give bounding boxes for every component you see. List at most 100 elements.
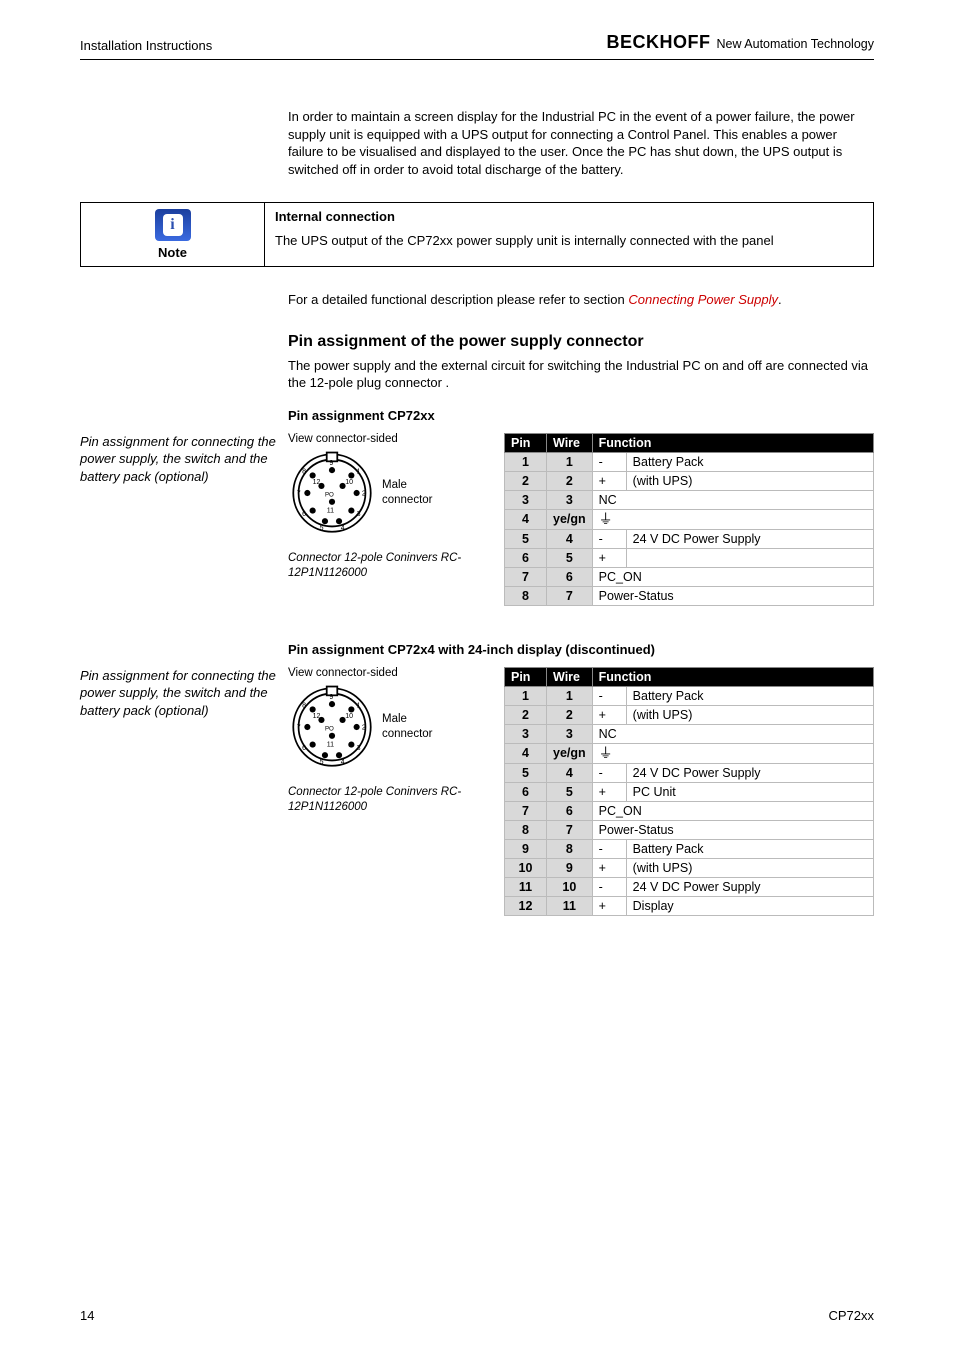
cell-pin: 7 bbox=[505, 801, 547, 820]
cell-pin: 4 bbox=[505, 743, 547, 763]
cell-function: Battery Pack bbox=[626, 452, 873, 471]
cell-pin: 10 bbox=[505, 858, 547, 877]
svg-text:11: 11 bbox=[327, 507, 334, 514]
doc-code: CP72xx bbox=[828, 1308, 874, 1323]
table-row: 1110-24 V DC Power Supply bbox=[505, 877, 874, 896]
intro-paragraph: In order to maintain a screen display fo… bbox=[288, 108, 874, 178]
section2-view-label: View connector-sided bbox=[288, 667, 504, 679]
svg-text:1: 1 bbox=[357, 702, 361, 709]
cell-function: (with UPS) bbox=[626, 471, 873, 490]
cell-wire: 5 bbox=[547, 548, 593, 567]
cell-function: (with UPS) bbox=[626, 858, 873, 877]
svg-text:4: 4 bbox=[341, 759, 345, 766]
after-note-suffix: . bbox=[778, 292, 782, 307]
cell-wire: 5 bbox=[547, 782, 593, 801]
male-label-line2: connector bbox=[382, 494, 433, 506]
cell-function: NC bbox=[592, 490, 873, 509]
section1-pin-table: Pin Wire Function 11-Battery Pack22+(wit… bbox=[504, 433, 874, 606]
connector-diagram-icon: 12 34 56 78 910 1112 PO bbox=[288, 449, 376, 537]
section2-side-caption: Pin assignment for connecting the power … bbox=[80, 667, 288, 720]
cell-pin: 4 bbox=[505, 509, 547, 529]
cell-pin: 12 bbox=[505, 896, 547, 915]
page-footer: 14 CP72xx bbox=[80, 1308, 874, 1323]
cell-wire: 4 bbox=[547, 763, 593, 782]
cell-function: PC_ON bbox=[592, 567, 873, 586]
cell-wire: ye/gn bbox=[547, 743, 593, 763]
cell-pin: 6 bbox=[505, 548, 547, 567]
cell-pin: 7 bbox=[505, 567, 547, 586]
cell-pin: 2 bbox=[505, 705, 547, 724]
note-icon-cell: i Note bbox=[81, 203, 265, 266]
section2-pin-table: Pin Wire Function 11-Battery Pack22+(wit… bbox=[504, 667, 874, 916]
cell-function: ⏚ bbox=[592, 743, 873, 763]
cell-sign: - bbox=[592, 839, 626, 858]
table-row: 54-24 V DC Power Supply bbox=[505, 529, 874, 548]
cell-function: Battery Pack bbox=[626, 686, 873, 705]
info-icon: i bbox=[155, 209, 191, 241]
cell-pin: 8 bbox=[505, 820, 547, 839]
section2-mid-col: View connector-sided 12 34 56 78 910 111… bbox=[288, 667, 504, 815]
th-function: Function bbox=[592, 667, 873, 686]
cell-wire: 10 bbox=[547, 877, 593, 896]
cell-sign: - bbox=[592, 686, 626, 705]
svg-text:9: 9 bbox=[329, 460, 333, 467]
svg-text:1: 1 bbox=[357, 468, 361, 475]
svg-text:12: 12 bbox=[313, 479, 321, 486]
svg-text:2: 2 bbox=[362, 490, 366, 497]
cell-sign: - bbox=[592, 452, 626, 471]
cell-pin: 3 bbox=[505, 490, 547, 509]
cell-sign: + bbox=[592, 471, 626, 490]
cell-pin: 1 bbox=[505, 452, 547, 471]
cell-function: ⏚ bbox=[592, 509, 873, 529]
svg-text:8: 8 bbox=[302, 702, 306, 709]
table-row: 4ye/gn ⏚ bbox=[505, 743, 874, 763]
cell-wire: 6 bbox=[547, 567, 593, 586]
cell-wire: 2 bbox=[547, 471, 593, 490]
svg-text:7: 7 bbox=[297, 490, 301, 497]
cell-function: PC_ON bbox=[592, 801, 873, 820]
cell-sign: + bbox=[592, 896, 626, 915]
table-row: 76PC_ON bbox=[505, 567, 874, 586]
section1-diagram-wrap: 12 34 56 78 910 1112 PO Male connector bbox=[288, 449, 504, 537]
th-wire: Wire bbox=[547, 667, 593, 686]
table-row: 98-Battery Pack bbox=[505, 839, 874, 858]
cell-sign: + bbox=[592, 782, 626, 801]
cell-function: NC bbox=[592, 724, 873, 743]
cell-wire: 3 bbox=[547, 724, 593, 743]
connecting-power-supply-link[interactable]: Connecting Power Supply bbox=[628, 292, 778, 307]
cell-function: 24 V DC Power Supply bbox=[626, 763, 873, 782]
svg-text:12: 12 bbox=[313, 713, 321, 720]
section1-male-label: Male connector bbox=[382, 478, 433, 508]
note-title: Internal connection bbox=[275, 209, 863, 224]
svg-text:6: 6 bbox=[302, 511, 306, 518]
svg-text:8: 8 bbox=[302, 468, 306, 475]
table-row: 87Power-Status bbox=[505, 820, 874, 839]
cell-sign: + bbox=[592, 858, 626, 877]
table-row: 33NC bbox=[505, 724, 874, 743]
cell-pin: 5 bbox=[505, 763, 547, 782]
note-body: The UPS output of the CP72xx power suppl… bbox=[275, 232, 863, 250]
section1-conn-caption: Connector 12-pole Coninvers RC-12P1N1126… bbox=[288, 551, 504, 581]
svg-text:9: 9 bbox=[329, 694, 333, 701]
ground-icon: ⏚ bbox=[599, 745, 613, 761]
table-row: 65+PC Unit bbox=[505, 782, 874, 801]
logo-tagline: New Automation Technology bbox=[716, 37, 874, 51]
svg-text:3: 3 bbox=[357, 745, 361, 752]
cell-pin: 2 bbox=[505, 471, 547, 490]
cell-pin: 5 bbox=[505, 529, 547, 548]
cell-sign: - bbox=[592, 763, 626, 782]
svg-text:5: 5 bbox=[320, 525, 324, 532]
section2-male-label: Male connector bbox=[382, 712, 433, 742]
male-label-line1: Male bbox=[382, 713, 407, 725]
section1-view-label: View connector-sided bbox=[288, 433, 504, 445]
svg-text:10: 10 bbox=[345, 713, 353, 720]
svg-text:PO: PO bbox=[325, 725, 334, 732]
cell-wire: 8 bbox=[547, 839, 593, 858]
svg-text:3: 3 bbox=[357, 511, 361, 518]
cell-function: PC Unit bbox=[626, 782, 873, 801]
pin-assignment-para: The power supply and the external circui… bbox=[288, 357, 874, 392]
cell-function: Battery Pack bbox=[626, 839, 873, 858]
ground-icon: ⏚ bbox=[599, 511, 613, 527]
cell-pin: 8 bbox=[505, 586, 547, 605]
cell-function bbox=[626, 548, 873, 567]
